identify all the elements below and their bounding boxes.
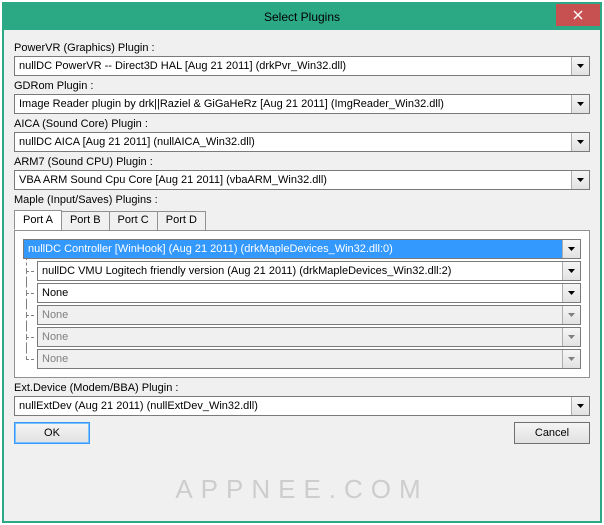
maple-main-value: nullDC Controller [WinHook] (Aug 21 2011…: [24, 240, 562, 258]
tree-connector: [23, 283, 37, 303]
maple-sub-row-3: None: [23, 327, 581, 347]
dropdown-arrow: [562, 306, 580, 324]
dialog-body: PowerVR (Graphics) Plugin : nullDC Power…: [4, 30, 600, 521]
dropdown-arrow: [562, 350, 580, 368]
maple-sub-row-2: None: [23, 305, 581, 325]
chevron-down-icon: [568, 247, 575, 251]
maple-sub-row-0: nullDC VMU Logitech friendly version (Au…: [23, 261, 581, 281]
powervr-label: PowerVR (Graphics) Plugin :: [14, 42, 590, 54]
chevron-down-icon: [577, 64, 584, 68]
dialog-window: Select Plugins PowerVR (Graphics) Plugin…: [2, 2, 602, 523]
chevron-down-icon: [577, 404, 584, 408]
tree-connector: [23, 349, 37, 369]
button-row: OK Cancel: [14, 422, 590, 444]
gdrom-plugin-value: Image Reader plugin by drk||Raziel & GiG…: [15, 95, 571, 113]
maple-sub-combo-3: None: [37, 327, 581, 347]
maple-tabs: Port A Port B Port C Port D: [14, 211, 590, 230]
ok-button[interactable]: OK: [14, 422, 90, 444]
chevron-down-icon: [568, 335, 575, 339]
aica-label: AICA (Sound Core) Plugin :: [14, 118, 590, 130]
maple-sub-combo-0[interactable]: nullDC VMU Logitech friendly version (Au…: [37, 261, 581, 281]
maple-sub-value-4: None: [38, 350, 562, 368]
cancel-button[interactable]: Cancel: [514, 422, 590, 444]
maple-sub-value-3: None: [38, 328, 562, 346]
maple-sub-combo-1[interactable]: None: [37, 283, 581, 303]
title-text: Select Plugins: [4, 10, 600, 24]
chevron-down-icon: [568, 269, 575, 273]
dropdown-arrow: [571, 133, 589, 151]
chevron-down-icon: [577, 102, 584, 106]
dropdown-arrow: [571, 95, 589, 113]
maple-sub-value-2: None: [38, 306, 562, 324]
tab-port-c[interactable]: Port C: [109, 211, 158, 230]
powervr-plugin-value: nullDC PowerVR -- Direct3D HAL [Aug 21 2…: [15, 57, 571, 75]
maple-sub-combo-4: None: [37, 349, 581, 369]
dropdown-arrow: [562, 240, 580, 258]
maple-main-row: nullDC Controller [WinHook] (Aug 21 2011…: [23, 239, 581, 259]
dropdown-arrow: [571, 57, 589, 75]
tab-port-a[interactable]: Port A: [14, 210, 62, 230]
maple-sub-value-0: nullDC VMU Logitech friendly version (Au…: [38, 262, 562, 280]
dropdown-arrow: [562, 328, 580, 346]
extdev-label: Ext.Device (Modem/BBA) Plugin :: [14, 382, 590, 394]
arm7-label: ARM7 (Sound CPU) Plugin :: [14, 156, 590, 168]
title-bar: Select Plugins: [4, 4, 600, 30]
extdev-plugin-value: nullExtDev (Aug 21 2011) (nullExtDev_Win…: [15, 397, 571, 415]
maple-panel: nullDC Controller [WinHook] (Aug 21 2011…: [14, 230, 590, 378]
gdrom-plugin-combo[interactable]: Image Reader plugin by drk||Raziel & GiG…: [14, 94, 590, 114]
arm7-plugin-value: VBA ARM Sound Cpu Core [Aug 21 2011] (vb…: [15, 171, 571, 189]
gdrom-label: GDRom Plugin :: [14, 80, 590, 92]
extdev-plugin-combo[interactable]: nullExtDev (Aug 21 2011) (nullExtDev_Win…: [14, 396, 590, 416]
chevron-down-icon: [577, 178, 584, 182]
tree-connector: [23, 261, 37, 281]
tab-port-d[interactable]: Port D: [157, 211, 206, 230]
maple-sub-row-4: None: [23, 349, 581, 369]
dropdown-arrow: [571, 397, 589, 415]
watermark-text: APPNEE.COM: [4, 474, 600, 505]
maple-label: Maple (Input/Saves) Plugins :: [14, 194, 590, 206]
dropdown-arrow: [562, 284, 580, 302]
maple-sub-combo-2: None: [37, 305, 581, 325]
maple-sub-value-1: None: [38, 284, 562, 302]
powervr-plugin-combo[interactable]: nullDC PowerVR -- Direct3D HAL [Aug 21 2…: [14, 56, 590, 76]
arm7-plugin-combo[interactable]: VBA ARM Sound Cpu Core [Aug 21 2011] (vb…: [14, 170, 590, 190]
chevron-down-icon: [568, 313, 575, 317]
tab-port-b[interactable]: Port B: [61, 211, 110, 230]
maple-main-combo[interactable]: nullDC Controller [WinHook] (Aug 21 2011…: [23, 239, 581, 259]
chevron-down-icon: [577, 140, 584, 144]
tree-connector: [23, 327, 37, 347]
maple-sub-row-1: None: [23, 283, 581, 303]
chevron-down-icon: [568, 291, 575, 295]
tree-connector: [23, 305, 37, 325]
aica-plugin-combo[interactable]: nullDC AICA [Aug 21 2011] (nullAICA_Win3…: [14, 132, 590, 152]
chevron-down-icon: [568, 357, 575, 361]
aica-plugin-value: nullDC AICA [Aug 21 2011] (nullAICA_Win3…: [15, 133, 571, 151]
dropdown-arrow: [562, 262, 580, 280]
dropdown-arrow: [571, 171, 589, 189]
